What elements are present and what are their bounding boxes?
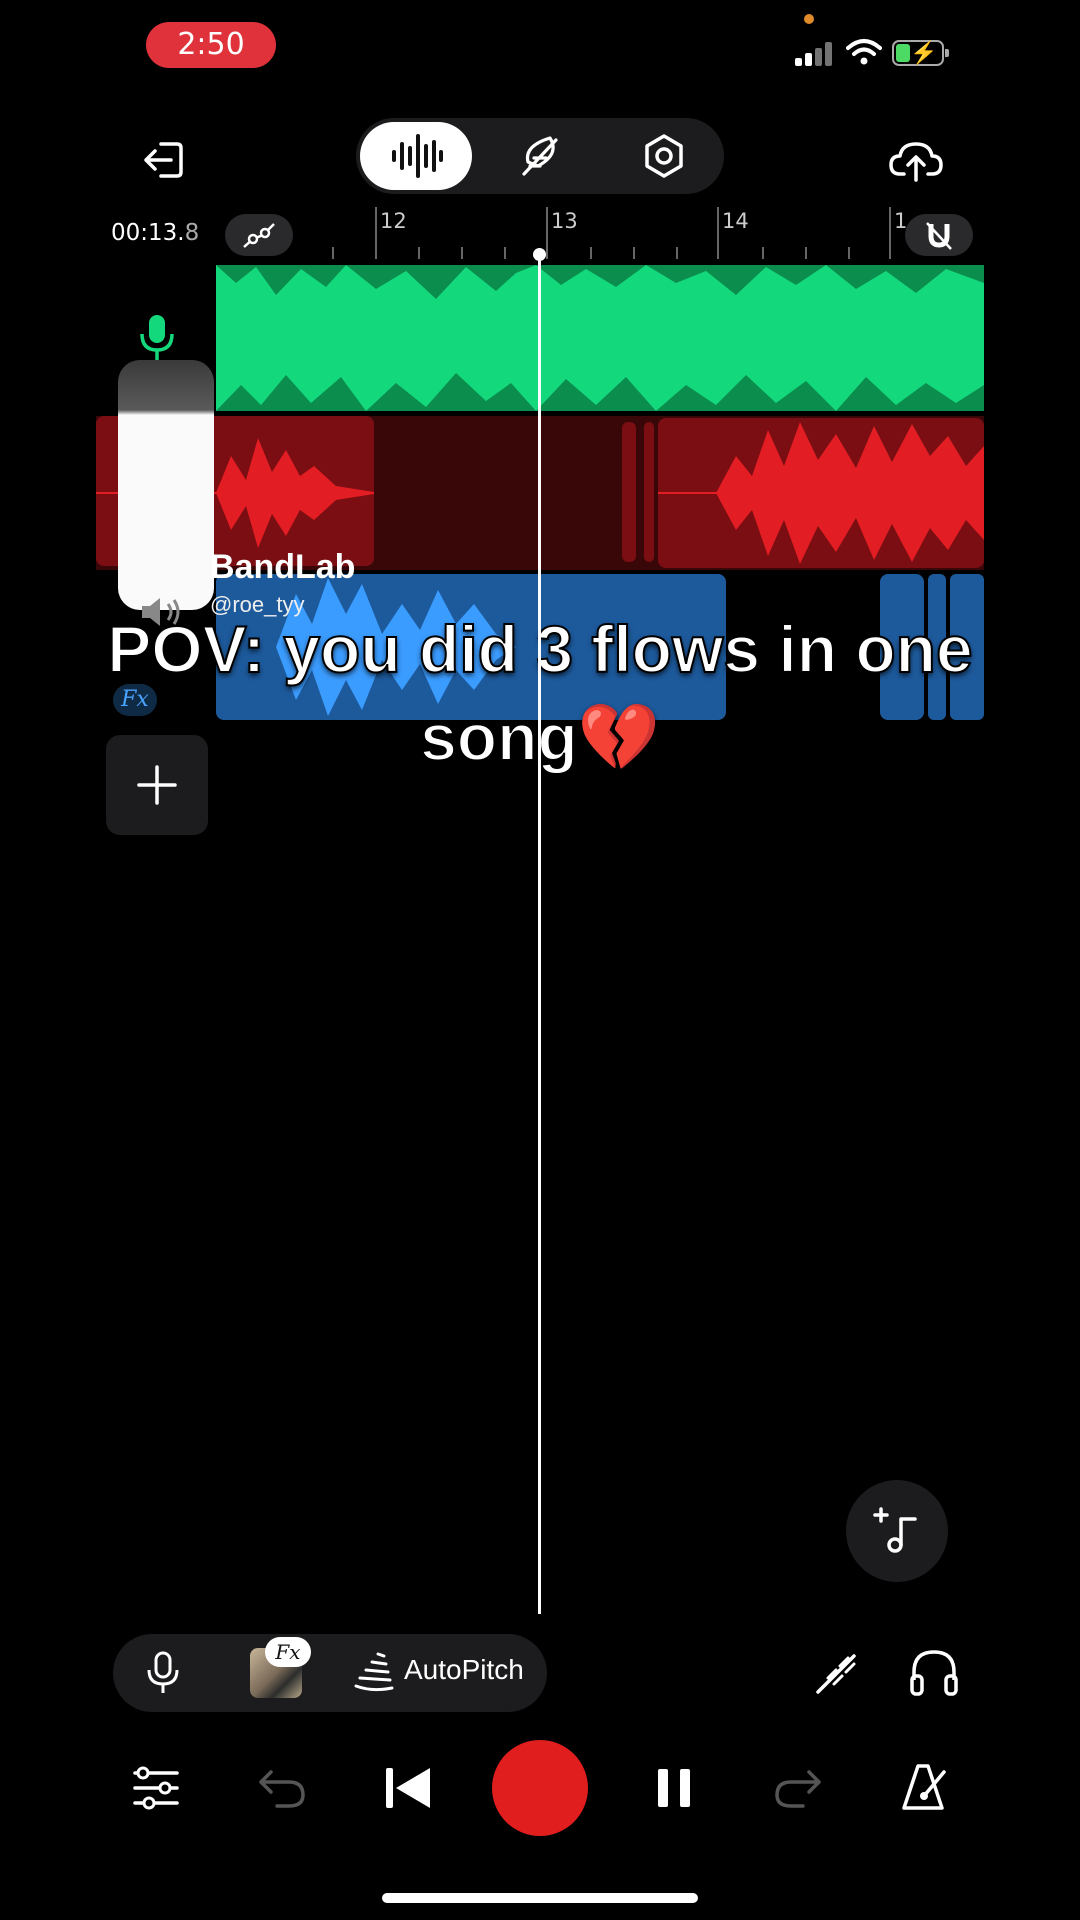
skip-back-icon xyxy=(386,1768,430,1808)
tab-settings[interactable] xyxy=(608,122,720,190)
timeline-ruler[interactable]: 12 13 14 1 xyxy=(300,205,907,260)
mic-tool-icon[interactable] xyxy=(140,1650,186,1696)
ruler-label: 13 xyxy=(551,209,578,233)
fx-tag: Fx xyxy=(265,1637,311,1667)
mixer-sliders-icon xyxy=(133,1766,179,1810)
cloud-upload-button[interactable] xyxy=(884,128,948,192)
bandlab-watermark: BandLab xyxy=(210,548,356,586)
ruler-minor-tick xyxy=(418,247,420,259)
snap-toggle-button[interactable] xyxy=(905,214,973,256)
mixer-button[interactable] xyxy=(128,1760,184,1816)
waveform-mode-icon xyxy=(392,134,443,178)
cellular-signal-icon xyxy=(795,40,837,66)
metronome-button[interactable] xyxy=(896,1760,952,1816)
magnet-off-icon xyxy=(926,222,952,250)
record-button[interactable] xyxy=(492,1740,588,1836)
ruler-minor-tick xyxy=(805,247,807,259)
skip-to-start-button[interactable] xyxy=(382,1764,434,1812)
headphones-icon[interactable] xyxy=(906,1644,962,1700)
vocal-track-region[interactable] xyxy=(216,265,984,411)
metronome-icon xyxy=(902,1764,946,1810)
pause-button[interactable] xyxy=(652,1764,696,1812)
playhead-handle[interactable] xyxy=(533,248,546,261)
automation-button[interactable] xyxy=(225,214,293,256)
autopitch-button[interactable]: AutoPitch xyxy=(404,1654,524,1686)
ruler-major-tick xyxy=(889,207,891,259)
battery-icon: ⚡ xyxy=(892,40,949,66)
ruler-minor-tick xyxy=(504,247,506,259)
ruler-minor-tick xyxy=(590,247,592,259)
ruler-label: 12 xyxy=(380,209,407,233)
tab-waveform[interactable] xyxy=(360,122,472,190)
redo-icon xyxy=(775,1770,821,1808)
cloud-upload-icon xyxy=(889,142,943,182)
ruler-minor-tick xyxy=(633,247,635,259)
undo-icon xyxy=(259,1770,305,1808)
tuner-icon[interactable] xyxy=(814,1648,862,1696)
redo-button[interactable] xyxy=(770,1762,826,1814)
ruler-minor-tick xyxy=(676,247,678,259)
ruler-minor-tick xyxy=(848,247,850,259)
wifi-icon xyxy=(846,39,882,65)
exit-icon xyxy=(144,142,183,178)
add-music-note-icon xyxy=(873,1507,917,1553)
pause-icon xyxy=(658,1769,690,1807)
playhead[interactable] xyxy=(538,252,541,1614)
exit-button[interactable] xyxy=(135,130,195,190)
ruler-major-tick xyxy=(717,207,719,259)
home-indicator[interactable] xyxy=(382,1893,698,1903)
ruler-minor-tick xyxy=(332,247,334,259)
privacy-indicator-dot xyxy=(804,14,814,24)
ruler-minor-tick xyxy=(461,247,463,259)
feather-mode-icon xyxy=(522,136,558,176)
ruler-major-tick xyxy=(546,207,548,259)
status-time: 2:50 xyxy=(146,22,276,68)
add-instrument-button[interactable] xyxy=(846,1480,948,1582)
automation-icon xyxy=(243,223,275,248)
mode-switcher xyxy=(356,118,724,194)
ruler-minor-tick xyxy=(762,247,764,259)
autopitch-icon[interactable] xyxy=(354,1650,394,1694)
ruler-major-tick xyxy=(375,207,377,259)
timecode: 00:13.8 xyxy=(111,220,200,246)
tab-feather[interactable] xyxy=(484,122,596,190)
settings-mode-icon xyxy=(645,134,683,178)
track-volume-fader[interactable] xyxy=(118,360,214,610)
undo-button[interactable] xyxy=(254,1762,310,1814)
record-arm-mic-icon[interactable] xyxy=(137,312,177,364)
ruler-label: 14 xyxy=(722,209,749,233)
